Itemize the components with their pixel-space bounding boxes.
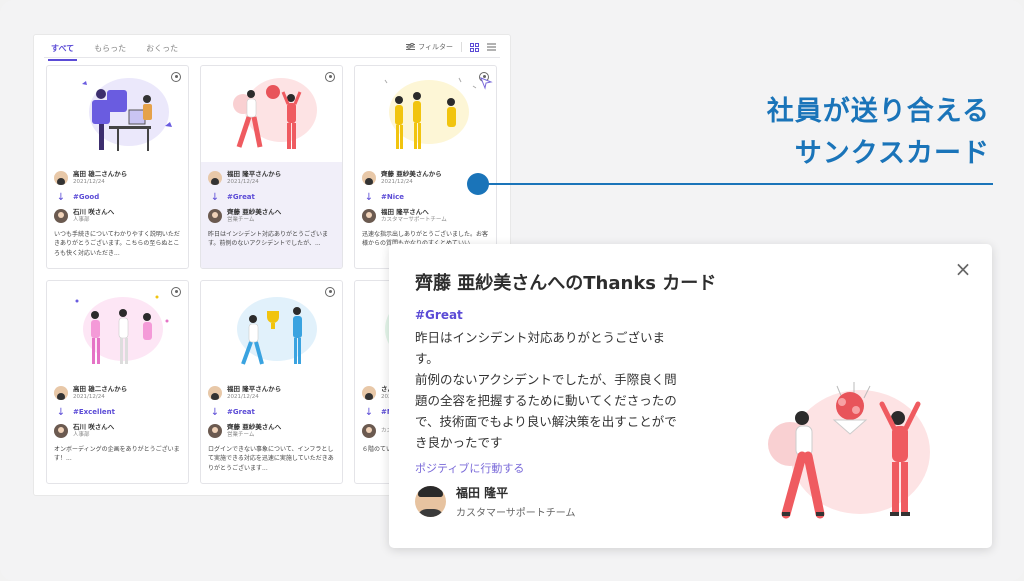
recipient-name: 福田 隆平さんへ — [381, 207, 429, 216]
tab-all[interactable]: すべて — [48, 43, 78, 61]
arrow-down-icon: ↓ — [210, 191, 220, 203]
card-illustration — [233, 78, 317, 149]
recipient-dept: 営業チーム — [227, 216, 255, 223]
recipient-name: 石川 咲さんへ — [73, 207, 115, 216]
card-illustration — [75, 295, 169, 364]
card-message: ログインできない事象について、インフラとして実施できる対応を迅速に実施していただ… — [208, 446, 334, 472]
recipient-avatar — [362, 209, 376, 223]
recipient-dept: カスタマーサポートチーム — [381, 216, 447, 223]
thanks-card[interactable]: 福田 隆平さんから 2021/12/24 ↓ #Great 齊藤 亜紗美さんへ 営業チ… — [200, 280, 343, 484]
card-date: 2021/12/24 — [73, 178, 105, 185]
card-date: 2021/12/24 — [73, 393, 105, 400]
arrow-down-icon: ↓ — [56, 406, 66, 418]
card-date: 2021/12/24 — [381, 178, 413, 185]
close-icon[interactable]: × — [954, 259, 972, 279]
sender-avatar — [208, 386, 222, 400]
bouquet-illustration — [768, 382, 930, 519]
card-message: いつも手続きについてわかりやすく説明いただきありがとうございます。こちらの至らぬ… — [54, 231, 180, 257]
arrow-down-icon: ↓ — [56, 191, 66, 203]
thanks-card[interactable]: 齊藤 亜紗美さんから 2021/12/24 ↓ #Nice 福田 隆平さんへ カスタマ… — [354, 65, 497, 269]
recipient-avatar — [362, 424, 376, 438]
headline-line2: サンクスカード — [794, 138, 990, 168]
card-message: 昨日はインシデント対応ありがとうございます。前例のないアクシデントでしたが、..… — [208, 231, 329, 248]
sender-avatar — [415, 486, 446, 517]
tab-divider — [44, 57, 500, 58]
sender-name: 齊藤 亜紗美さんから — [381, 169, 442, 178]
sender-name: 福田 隆平さんから — [227, 169, 282, 178]
thanks-card[interactable]: 高田 雄二さんから 2021/12/24 ↓ #Good 石川 咲さんへ 人事部 いつ… — [46, 65, 189, 269]
sender-name: 福田 隆平 — [456, 486, 509, 500]
sender-dept: カスタマーサポートチーム — [456, 508, 576, 519]
thanks-card-detail-modal: 齊藤 亜紗美さんへのThanks カード × #Great 昨日はインシデント対… — [389, 244, 992, 548]
tab-received[interactable]: もらった — [91, 43, 129, 61]
card-body: 高田 雄二さんから 2021/12/24 ↓ #Good 石川 咲さんへ 人事部 いつ… — [47, 162, 188, 268]
tab-sent[interactable]: おくった — [143, 43, 181, 61]
arrow-down-icon: ↓ — [364, 406, 374, 418]
recipient-name: 齊藤 亜紗美さんへ — [227, 422, 282, 431]
card-date: 2021/12/24 — [227, 393, 259, 400]
card-tag: #Great — [227, 193, 255, 201]
toolbar: フィルター — [406, 42, 496, 52]
sender-avatar — [208, 171, 222, 185]
filter-label: フィルター — [418, 43, 453, 51]
card-illustration — [237, 297, 317, 365]
modal-message: 昨日はインシデント対応ありがとうございます。 前例のないアクシデントでしたが、手… — [415, 330, 677, 450]
thanks-card[interactable]: 福田 隆平さんから 2021/12/24 ↓ #Great 齊藤 亜紗美さんへ 営業チ… — [200, 65, 343, 269]
card-date: 2021/12/24 — [227, 178, 259, 185]
sender-avatar — [362, 386, 376, 400]
sender-avatar — [54, 386, 68, 400]
recipient-avatar — [208, 424, 222, 438]
recipient-icon — [325, 287, 335, 297]
recipient-name: 齊藤 亜紗美さんへ — [227, 207, 282, 216]
card-body: 高田 雄二さんから 2021/12/24 ↓ #Excellent 石川 咲さんへ人… — [47, 377, 188, 483]
card-illustration — [82, 78, 172, 151]
modal-sender: 福田 隆平 カスタマーサポートチーム — [415, 484, 576, 519]
recipient-avatar — [54, 209, 68, 223]
card-tag: #Excellent — [73, 408, 115, 416]
connector-dot — [467, 173, 489, 195]
card-tag: #Good — [73, 193, 100, 201]
sender-avatar — [362, 171, 376, 185]
card-body: 福田 隆平さんから 2021/12/24 ↓ #Great 齊藤 亜紗美さんへ 営業チ… — [201, 377, 342, 483]
arrow-down-icon: ↓ — [210, 406, 220, 418]
sender-name: 高田 雄二さんから — [73, 384, 128, 393]
recipient-icon — [171, 72, 181, 82]
list-view-icon[interactable] — [487, 43, 496, 51]
sender-name: 福田 隆平さんから — [227, 384, 282, 393]
modal-title: 齊藤 亜紗美さんへのThanks カード — [415, 273, 717, 294]
tab-bar: すべて もらった おくった — [48, 43, 181, 61]
card-tag: #Great — [227, 408, 255, 416]
sender-name: 高田 雄二さんから — [73, 169, 128, 178]
recipient-avatar — [208, 209, 222, 223]
value-link[interactable]: ポジティブに行動する — [415, 460, 524, 476]
grid-view-icon[interactable] — [470, 42, 479, 52]
cursor-icon — [480, 77, 493, 90]
thanks-card[interactable]: 高田 雄二さんから 2021/12/24 ↓ #Excellent 石川 咲さんへ人… — [46, 280, 189, 484]
recipient-dept: 人事部 — [73, 431, 90, 438]
filter-icon — [406, 43, 416, 50]
sender-avatar — [54, 171, 68, 185]
card-tag: #Nice — [381, 193, 405, 201]
recipient-icon — [325, 72, 335, 82]
headline-line1: 社員が送り合える — [766, 96, 990, 126]
recipient-dept: 営業チーム — [227, 431, 255, 438]
recipient-name: 石川 咲さんへ — [73, 422, 115, 431]
connector-line — [478, 183, 993, 185]
toolbar-separator — [461, 42, 462, 52]
recipient-dept: 人事部 — [73, 216, 90, 223]
headline: 社員が送り合える サンクスカード — [767, 90, 990, 174]
recipient-avatar — [54, 424, 68, 438]
card-message: オンボーディングの企画をありがとうございます！... — [54, 446, 180, 463]
card-body: 福田 隆平さんから 2021/12/24 ↓ #Great 齊藤 亜紗美さんへ 営業チ… — [201, 162, 342, 268]
modal-tag: #Great — [415, 308, 463, 322]
arrow-down-icon: ↓ — [364, 191, 374, 203]
recipient-icon — [171, 287, 181, 297]
card-illustration — [384, 77, 477, 149]
filter-button[interactable]: フィルター — [406, 42, 453, 52]
